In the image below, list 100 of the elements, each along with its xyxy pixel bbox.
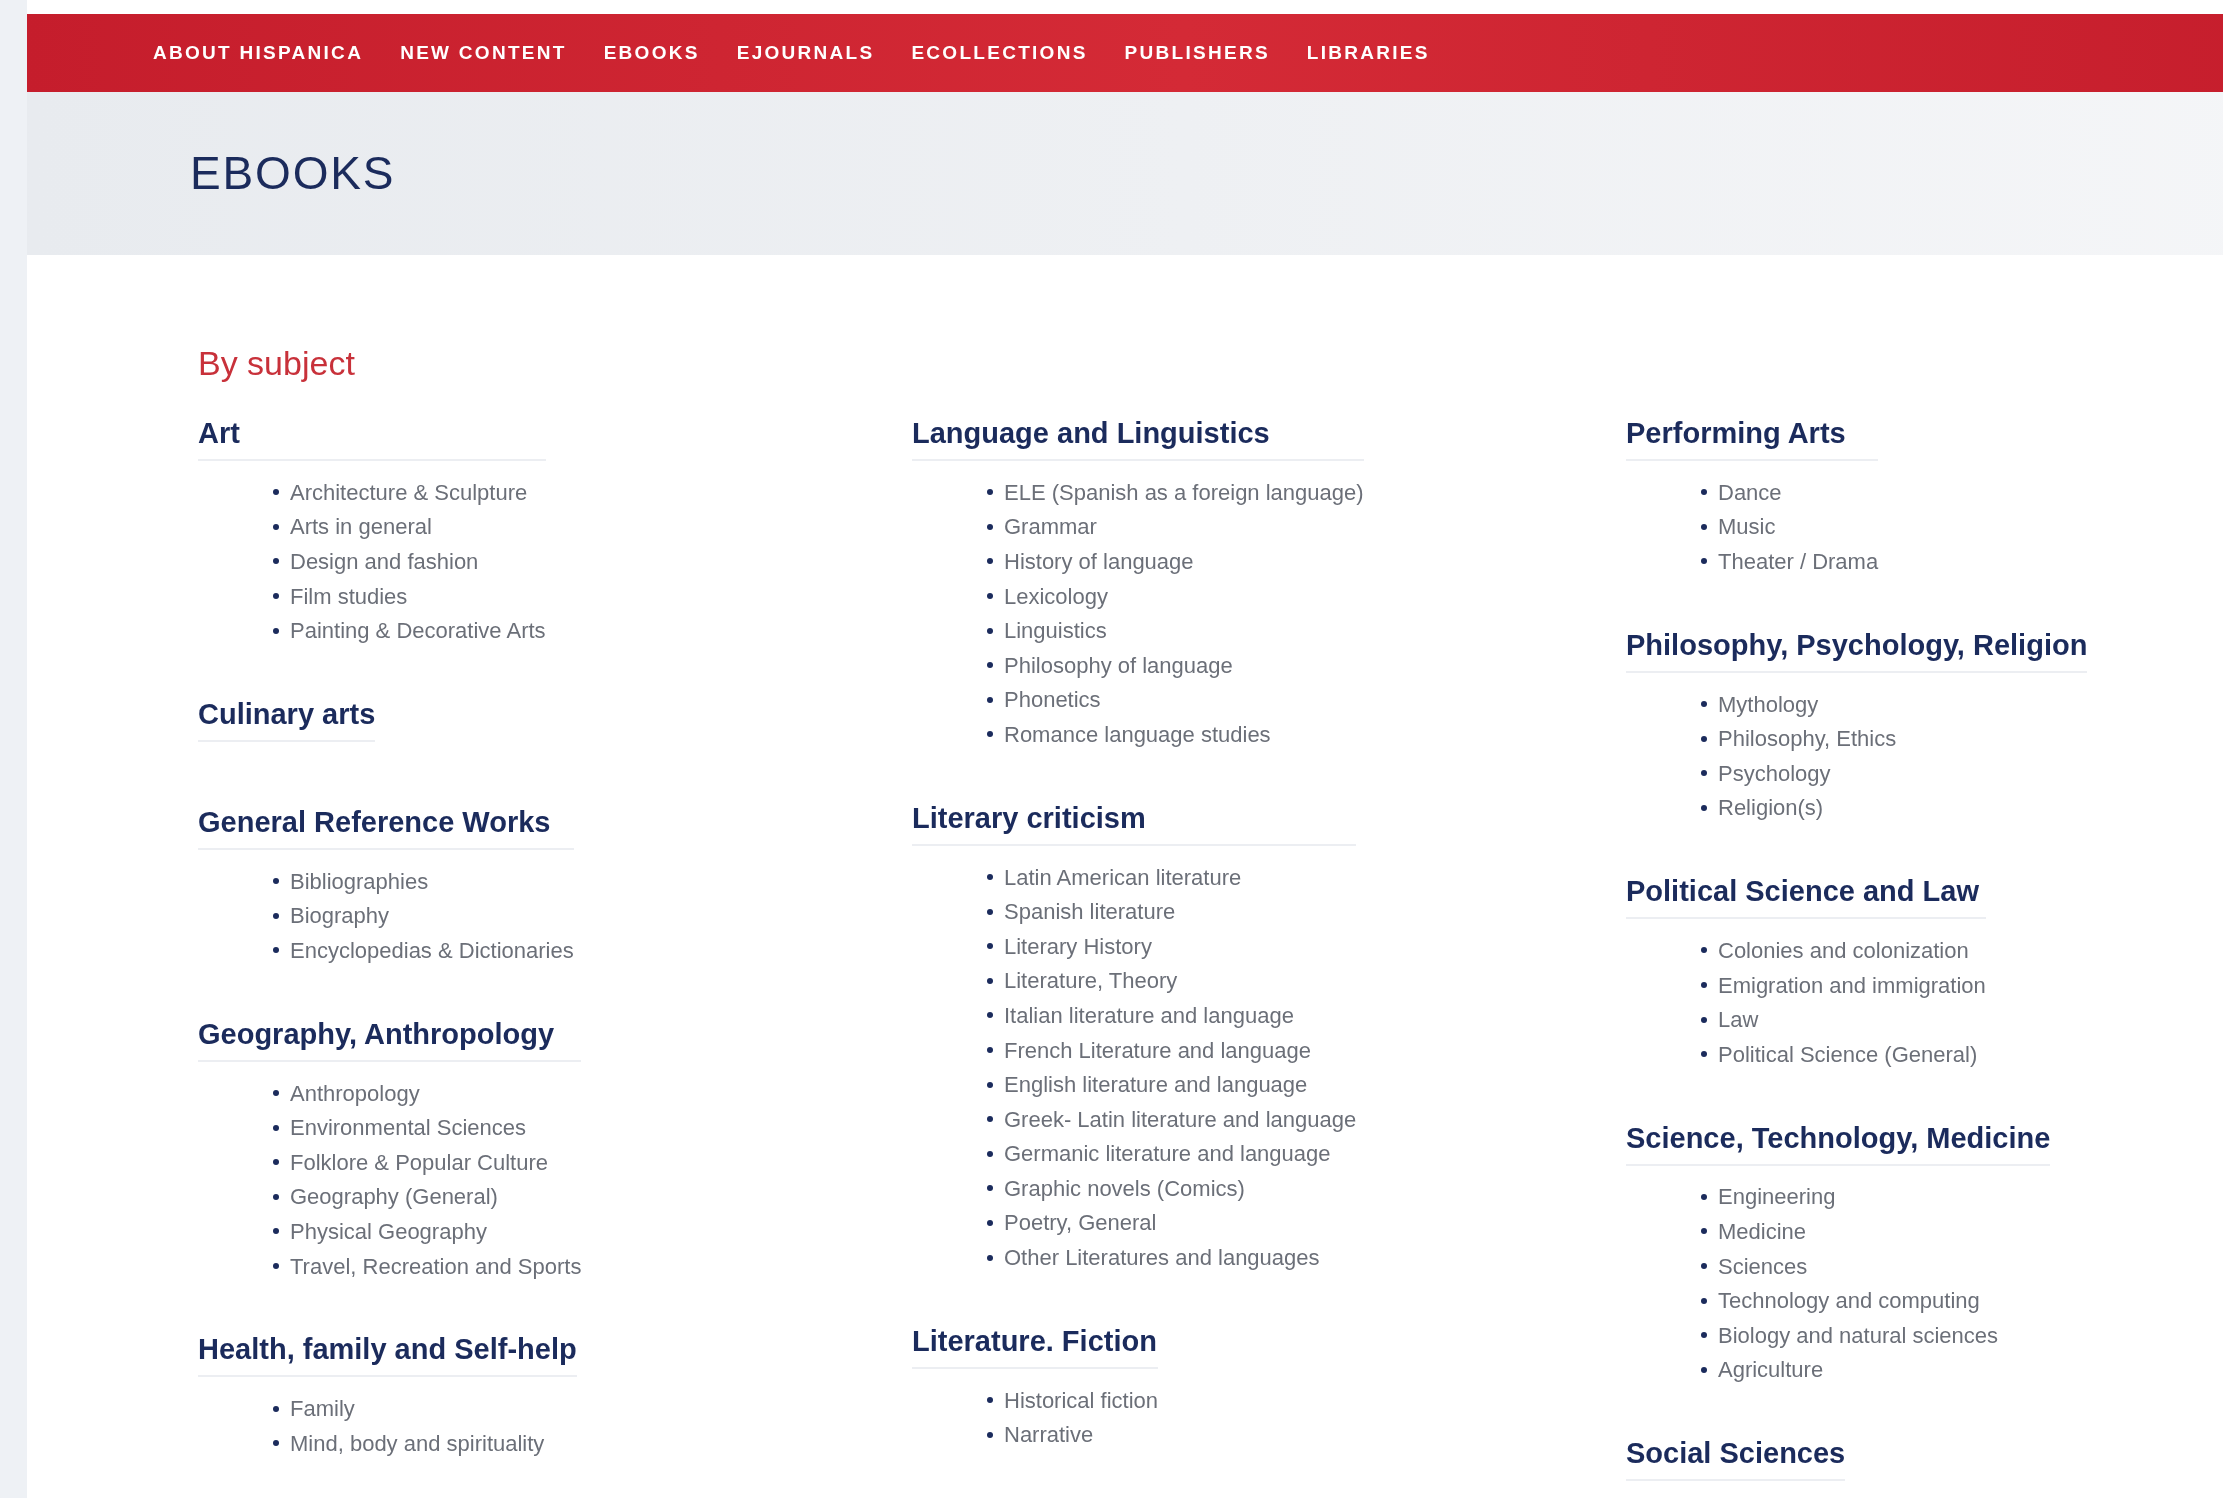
subject-link[interactable]: Agriculture bbox=[1718, 1353, 1824, 1387]
subject-heading-link[interactable]: Language and Linguistics bbox=[912, 415, 1364, 461]
subject-link[interactable]: Mind, body and spirituality bbox=[290, 1426, 545, 1460]
subject-link[interactable]: Folklore & Popular Culture bbox=[290, 1145, 548, 1179]
bullet-icon bbox=[1701, 558, 1707, 565]
subject-link[interactable]: Mythology bbox=[1718, 687, 1819, 721]
subject-heading-link[interactable]: Art bbox=[198, 415, 546, 461]
subject-link[interactable]: Music bbox=[1718, 510, 1776, 544]
subject-link[interactable]: Encyclopedias & Dictionaries bbox=[290, 933, 574, 967]
subject-link[interactable]: Poetry, General bbox=[1004, 1206, 1157, 1240]
subject-link[interactable]: Literary History bbox=[1004, 929, 1152, 963]
subject-heading-link[interactable]: Geography, Anthropology bbox=[198, 1015, 582, 1062]
bullet-icon bbox=[273, 523, 279, 530]
subject-link[interactable]: Grammar bbox=[1004, 510, 1097, 544]
bullet-icon bbox=[1701, 1193, 1707, 1200]
bullet-icon bbox=[273, 489, 279, 496]
subject-heading-link[interactable]: Political Science and Law bbox=[1626, 873, 1986, 920]
bullet-icon bbox=[1701, 701, 1707, 708]
subject-link[interactable]: Engineering bbox=[1718, 1180, 1836, 1214]
subject-link[interactable]: Phonetics bbox=[1004, 683, 1101, 717]
bullet-icon bbox=[987, 593, 993, 600]
subject-link[interactable]: Biography bbox=[290, 899, 390, 933]
bullet-icon bbox=[273, 1193, 279, 1200]
subject-link[interactable]: Painting & Decorative Arts bbox=[290, 614, 546, 648]
subject-link[interactable]: Biology and natural sciences bbox=[1718, 1318, 1999, 1352]
subject-heading-link[interactable]: Social Sciences bbox=[1626, 1435, 1846, 1482]
subject-link[interactable]: History of language bbox=[1004, 545, 1194, 578]
bullet-icon bbox=[987, 523, 993, 530]
subject-link[interactable]: Philosophy, Ethics bbox=[1718, 722, 1897, 756]
subject-link[interactable]: Law bbox=[1718, 1003, 1759, 1037]
subject-link[interactable]: Lexicology bbox=[1004, 579, 1108, 613]
nav-link[interactable]: ECOLLECTIONS bbox=[911, 38, 1088, 68]
subject-link[interactable]: Spanish literature bbox=[1004, 895, 1176, 929]
subject-link[interactable]: Film studies bbox=[290, 579, 408, 613]
subject-link[interactable]: Bibliographies bbox=[290, 864, 429, 898]
subject-link[interactable]: Italian literature and language bbox=[1004, 998, 1294, 1032]
subject-link[interactable]: Theater / Drama bbox=[1718, 545, 1879, 578]
subject-link[interactable]: Architecture & Sculpture bbox=[290, 475, 528, 509]
subject-heading-link[interactable]: Philosophy, Psychology, Religion bbox=[1626, 626, 2088, 673]
subject-link[interactable]: Psychology bbox=[1718, 756, 1831, 790]
bullet-icon bbox=[1701, 770, 1707, 777]
bullet-icon bbox=[987, 1150, 993, 1157]
nav-link[interactable]: PUBLISHERS bbox=[1124, 38, 1270, 68]
bullet-icon bbox=[987, 977, 993, 984]
subject-heading-link[interactable]: Literary criticism bbox=[912, 799, 1357, 846]
subject-link[interactable]: Technology and computing bbox=[1718, 1284, 1980, 1318]
subject-link[interactable]: Political Science (General) bbox=[1718, 1037, 1978, 1071]
bullet-icon bbox=[273, 1263, 279, 1269]
subject-link[interactable]: Narrative bbox=[1004, 1418, 1094, 1452]
subject-link[interactable]: Travel, Recreation and Sports bbox=[290, 1249, 582, 1283]
nav-link[interactable]: EBOOKS bbox=[603, 38, 700, 68]
subject-link[interactable]: Family bbox=[290, 1392, 355, 1426]
subject-link[interactable]: Geography (General) bbox=[290, 1180, 498, 1214]
subject-heading-link[interactable]: Performing Arts bbox=[1626, 415, 1879, 461]
subject-link[interactable]: Medicine bbox=[1718, 1214, 1807, 1248]
subject-link[interactable]: Literature, Theory bbox=[1004, 964, 1178, 998]
bullet-icon bbox=[1701, 1016, 1707, 1023]
bullet-icon bbox=[987, 1047, 993, 1053]
bullet-icon bbox=[987, 1431, 993, 1438]
subject-heading-link[interactable]: Literature. Fiction bbox=[912, 1322, 1159, 1369]
subject-link[interactable]: Dance bbox=[1718, 475, 1782, 509]
bullet-icon bbox=[273, 1228, 279, 1235]
subject-link[interactable]: Religion(s) bbox=[1718, 791, 1824, 825]
subject-heading-link[interactable]: General Reference Works bbox=[198, 803, 574, 850]
subject-link[interactable]: English literature and language bbox=[1004, 1068, 1308, 1102]
nav-link[interactable]: LIBRARIES bbox=[1306, 38, 1430, 68]
bullet-icon bbox=[987, 627, 993, 634]
bullet-icon bbox=[987, 1185, 993, 1192]
subject-link[interactable]: Philosophy of language bbox=[1004, 648, 1233, 682]
subject-link[interactable]: ELE (Spanish as a foreign language) bbox=[1004, 475, 1364, 509]
subject-link[interactable]: Anthropology bbox=[290, 1076, 420, 1110]
subject-link[interactable]: Historical fiction bbox=[1004, 1383, 1159, 1417]
bullet-icon bbox=[987, 1012, 993, 1019]
subject-link[interactable]: Environmental Sciences bbox=[290, 1111, 526, 1145]
subject-link[interactable]: Colonies and colonization bbox=[1718, 933, 1969, 967]
subject-link[interactable]: Romance language studies bbox=[1004, 717, 1271, 751]
subject-link[interactable]: Linguistics bbox=[1004, 614, 1107, 648]
subject-link[interactable]: Greek- Latin literature and language bbox=[1004, 1102, 1357, 1136]
subject-link[interactable]: Emigration and immigration bbox=[1718, 968, 1986, 1002]
bullet-icon bbox=[1701, 489, 1707, 496]
bullet-icon bbox=[273, 1405, 279, 1412]
subject-heading-link[interactable]: Health, family and Self-help bbox=[198, 1331, 577, 1378]
subject-link[interactable]: Other Literatures and languages bbox=[1004, 1241, 1320, 1275]
bullet-icon bbox=[987, 558, 993, 565]
nav-link[interactable]: EJOURNALS bbox=[736, 38, 875, 68]
subject-heading-link[interactable]: Science, Technology, Medicine bbox=[1626, 1119, 2051, 1166]
subject-link[interactable]: Latin American literature bbox=[1004, 860, 1242, 894]
subject-link[interactable]: Physical Geography bbox=[290, 1214, 487, 1248]
bullet-icon bbox=[987, 731, 993, 738]
subject-link[interactable]: Germanic literature and language bbox=[1004, 1137, 1331, 1171]
subject-link[interactable]: Graphic novels (Comics) bbox=[1004, 1171, 1245, 1205]
subject-heading-link[interactable]: Culinary arts bbox=[198, 695, 376, 742]
subject-link[interactable]: Sciences bbox=[1718, 1249, 1808, 1283]
subject-link[interactable]: French Literature and language bbox=[1004, 1033, 1311, 1067]
subject-link[interactable]: Arts in general bbox=[290, 510, 432, 544]
nav-link[interactable]: NEW CONTENT bbox=[400, 38, 567, 68]
bullet-icon bbox=[987, 662, 993, 669]
subject-link[interactable]: Design and fashion bbox=[290, 545, 479, 578]
bullet-icon bbox=[1701, 1228, 1707, 1235]
nav-link[interactable]: ABOUT HISPANICA bbox=[153, 38, 364, 68]
